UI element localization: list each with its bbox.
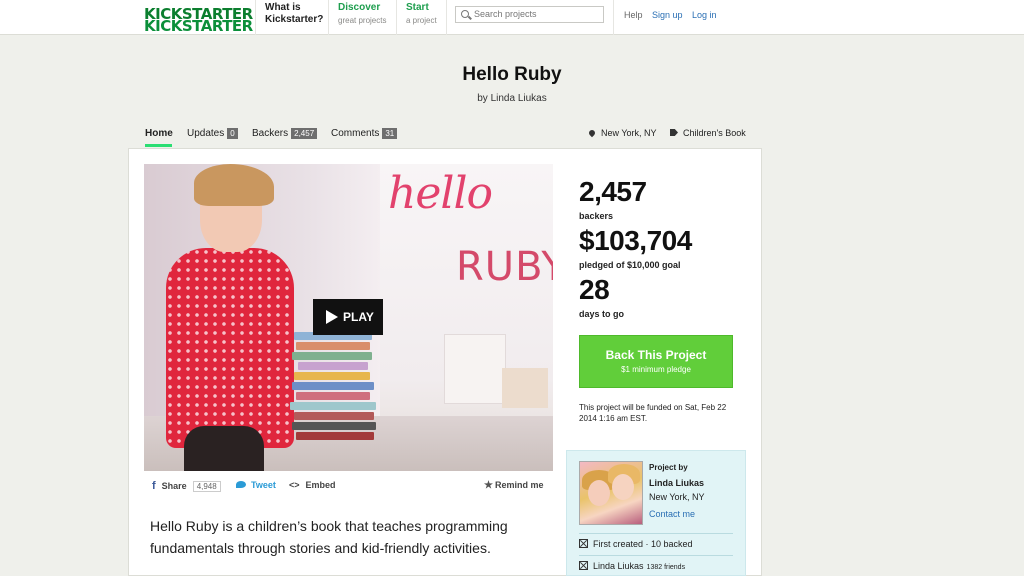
facebook-share-button[interactable]: f Share 4,948 bbox=[152, 480, 221, 492]
book bbox=[292, 352, 372, 360]
book bbox=[292, 422, 376, 430]
embed-button[interactable]: <> Embed bbox=[289, 480, 336, 490]
project-location[interactable]: New York, NY bbox=[587, 128, 657, 138]
creator-divider bbox=[579, 533, 733, 534]
tab-backers[interactable]: Backers 2,457 bbox=[252, 128, 318, 139]
book bbox=[298, 362, 368, 370]
book bbox=[296, 432, 374, 440]
pledged-amount: $103,704 bbox=[579, 225, 692, 256]
top-nav: KICKSTARTER KICKSTARTER What is Kickstar… bbox=[0, 0, 1024, 35]
nav-divider bbox=[328, 0, 329, 35]
nav-divider bbox=[396, 0, 397, 35]
book bbox=[296, 392, 370, 400]
project-category[interactable]: Children's Book bbox=[670, 128, 746, 138]
nav-start-project[interactable]: Start a project bbox=[406, 2, 437, 27]
search-icon bbox=[461, 10, 469, 18]
video-cabinet bbox=[502, 368, 548, 408]
backers-count: 2,457 bbox=[579, 176, 647, 207]
play-icon bbox=[326, 310, 338, 324]
nav-divider bbox=[613, 0, 614, 35]
tag-icon bbox=[670, 129, 678, 136]
facebook-icon: f bbox=[152, 480, 156, 492]
video-book-stack bbox=[290, 332, 382, 450]
book bbox=[294, 412, 374, 420]
book bbox=[294, 372, 370, 380]
backers-count-badge: 2,457 bbox=[291, 128, 318, 139]
play-button[interactable]: PLAY bbox=[313, 299, 383, 335]
creator-history: First created · 10 backed bbox=[579, 539, 693, 549]
book bbox=[290, 402, 376, 410]
nav-what-is-kickstarter[interactable]: What is Kickstarter? bbox=[265, 2, 323, 26]
remind-me-button[interactable]: ★ Remind me bbox=[484, 480, 543, 491]
comments-count-badge: 31 bbox=[382, 128, 398, 139]
video-hello-lettering: hello bbox=[388, 168, 493, 219]
contact-me-link[interactable]: Contact me bbox=[649, 509, 695, 519]
help-link[interactable]: Help bbox=[624, 10, 643, 20]
days-to-go-count: 28 bbox=[579, 274, 610, 305]
nav-divider bbox=[255, 0, 256, 35]
avatar-face bbox=[588, 480, 610, 506]
video-ruby-lettering: RUBY bbox=[456, 244, 553, 290]
search-input[interactable]: Search projects bbox=[455, 6, 604, 23]
creator-location: New York, NY bbox=[649, 492, 705, 502]
book bbox=[296, 342, 370, 350]
creator-avatar[interactable] bbox=[579, 461, 643, 525]
code-icon: <> bbox=[289, 480, 300, 490]
video-person-hair bbox=[194, 164, 274, 206]
tab-home[interactable]: Home bbox=[145, 128, 173, 139]
video-person-dress bbox=[166, 248, 294, 448]
active-tab-indicator bbox=[145, 144, 172, 147]
project-title: Hello Ruby bbox=[462, 64, 562, 85]
creator-facebook[interactable]: Linda Liukas 1382 friends bbox=[579, 561, 685, 571]
backers-label: backers bbox=[579, 211, 614, 221]
login-link[interactable]: Log in bbox=[692, 10, 717, 20]
project-by-label: Project by bbox=[649, 463, 688, 472]
kickstarter-logo[interactable]: KICKSTARTER KICKSTARTER bbox=[144, 7, 253, 34]
facebook-verified-icon bbox=[579, 561, 588, 570]
funding-deadline-text: This project will be funded on Sat, Feb … bbox=[579, 403, 727, 423]
video-person-legs bbox=[184, 426, 264, 471]
tab-comments[interactable]: Comments 31 bbox=[331, 128, 398, 139]
book bbox=[292, 382, 374, 390]
pledged-label: pledged of $10,000 goal bbox=[579, 260, 681, 270]
project-byline[interactable]: by Linda Liukas bbox=[0, 93, 1024, 104]
nav-divider bbox=[446, 0, 447, 35]
video-shelf bbox=[444, 334, 506, 404]
avatar-face bbox=[612, 474, 634, 500]
twitter-bird-icon bbox=[236, 481, 246, 488]
star-icon: ★ bbox=[484, 480, 493, 491]
nav-discover[interactable]: Discover great projects bbox=[338, 2, 386, 27]
creator-name[interactable]: Linda Liukas bbox=[649, 478, 704, 488]
back-this-project-button[interactable]: Back This Project $1 minimum pledge bbox=[579, 335, 733, 388]
creator-divider bbox=[579, 555, 733, 556]
project-blurb: Hello Ruby is a children’s book that tea… bbox=[150, 518, 508, 556]
location-pin-icon bbox=[587, 128, 597, 138]
signup-link[interactable]: Sign up bbox=[652, 10, 683, 20]
updates-count-badge: 0 bbox=[227, 128, 238, 139]
tab-updates[interactable]: Updates 0 bbox=[187, 128, 238, 139]
share-count: 4,948 bbox=[192, 481, 221, 492]
checkbox-icon bbox=[579, 539, 588, 548]
days-to-go-label: days to go bbox=[579, 309, 625, 319]
tweet-button[interactable]: Tweet bbox=[236, 480, 276, 490]
